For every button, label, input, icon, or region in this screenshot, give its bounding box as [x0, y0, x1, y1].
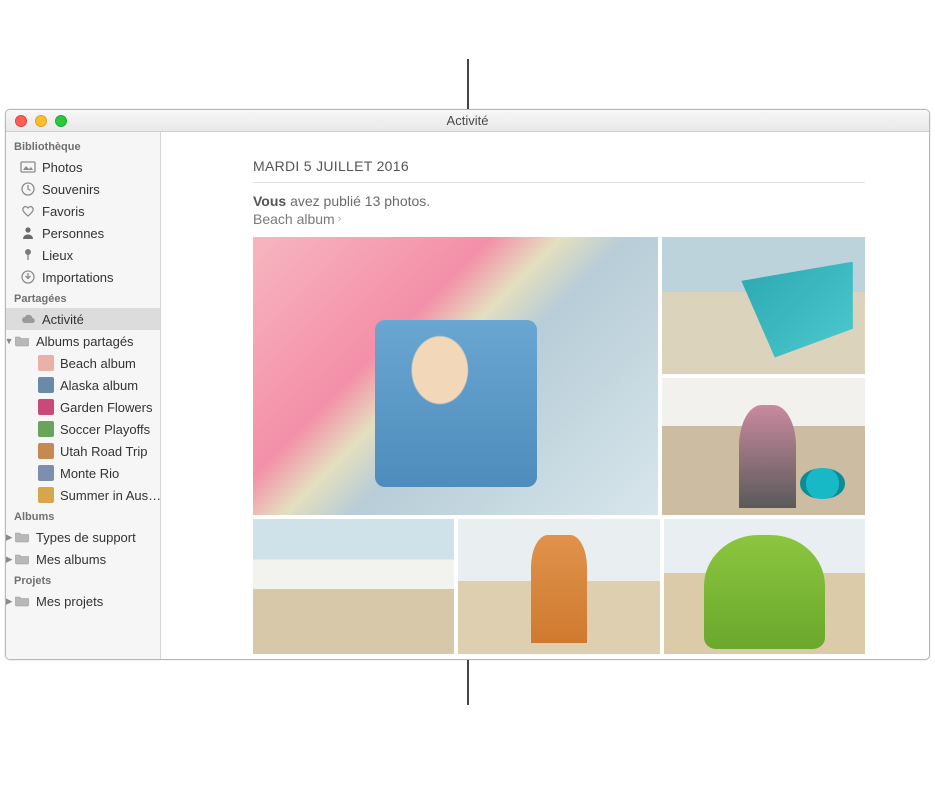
sidebar-item-label: Favoris [42, 204, 85, 219]
sidebar-item-favoris[interactable]: Favoris [6, 200, 160, 222]
sidebar-item-label: Albums partagés [36, 334, 134, 349]
sidebar-item-label: Alaska album [60, 378, 138, 393]
album-thumb-icon [38, 465, 54, 481]
photo-thumbnail[interactable] [253, 237, 658, 515]
sidebar-item-lieux[interactable]: Lieux [6, 244, 160, 266]
photo-thumbnail[interactable] [253, 519, 454, 654]
sidebar-section-header: Projets [6, 570, 160, 590]
callout-line-bottom [467, 660, 469, 705]
close-window-button[interactable] [15, 115, 27, 127]
sidebar-item-label: Lieux [42, 248, 73, 263]
sidebar-item-label: Garden Flowers [60, 400, 152, 415]
sidebar-section-header: Bibliothèque [6, 136, 160, 156]
app-window: Activité Bibliothèque Photos Souvenirs Favo… [5, 109, 930, 660]
sidebar-item-souvenirs[interactable]: Souvenirs [6, 178, 160, 200]
sidebar-section-header: Partagées [6, 288, 160, 308]
heart-icon [20, 203, 36, 219]
sidebar-item-label: Monte Rio [60, 466, 119, 481]
sidebar-item-label: Photos [42, 160, 82, 175]
folder-icon [14, 551, 30, 567]
traffic-lights [6, 115, 67, 127]
sidebar-item-albums-partag-s[interactable]: ▼ Albums partagés [6, 330, 160, 352]
sidebar-item-label: Summer in Aus… [60, 488, 160, 503]
sidebar-item-label: Souvenirs [42, 182, 100, 197]
disclosure-closed-icon[interactable]: ▶ [6, 532, 14, 543]
activity-date: MARDI 5 JUILLET 2016 [253, 158, 865, 174]
sidebar: Bibliothèque Photos Souvenirs Favoris Person… [6, 132, 161, 659]
sidebar-item-mes-projets[interactable]: ▶ Mes projets [6, 590, 160, 612]
activity-view: MARDI 5 JUILLET 2016 Vous avez publié 13… [161, 132, 929, 659]
callout-line-top [467, 59, 469, 109]
activity-user: Vous [253, 193, 286, 209]
album-thumb-icon [38, 421, 54, 437]
minimize-window-button[interactable] [35, 115, 47, 127]
sidebar-item-personnes[interactable]: Personnes [6, 222, 160, 244]
sidebar-item-mes-albums[interactable]: ▶ Mes albums [6, 548, 160, 570]
sidebar-item-monte-rio[interactable]: Monte Rio [6, 462, 160, 484]
folder-icon [14, 593, 30, 609]
person-icon [20, 225, 36, 241]
sidebar-item-label: Types de support [36, 530, 136, 545]
activity-album-name: Beach album [253, 211, 335, 227]
import-icon [20, 269, 36, 285]
photo-thumbnail[interactable] [458, 519, 659, 654]
photo-thumbnail[interactable] [662, 378, 865, 515]
chevron-right-icon: › [338, 213, 342, 225]
photo-grid [253, 237, 865, 515]
sidebar-item-activit-[interactable]: Activité [6, 308, 160, 330]
sidebar-item-label: Soccer Playoffs [60, 422, 150, 437]
window-title: Activité [6, 113, 929, 128]
sidebar-item-label: Personnes [42, 226, 104, 241]
sidebar-item-label: Mes projets [36, 594, 103, 609]
sidebar-item-label: Beach album [60, 356, 136, 371]
sidebar-item-alaska-album[interactable]: Alaska album [6, 374, 160, 396]
sidebar-item-importations[interactable]: Importations [6, 266, 160, 288]
sidebar-item-garden-flowers[interactable]: Garden Flowers [6, 396, 160, 418]
sidebar-item-label: Utah Road Trip [60, 444, 147, 459]
clock-icon [20, 181, 36, 197]
cloud-icon [20, 311, 36, 327]
activity-text: avez publié 13 photos. [286, 193, 430, 209]
album-thumb-icon [38, 377, 54, 393]
photo-thumbnail[interactable] [664, 519, 865, 654]
activity-album-link[interactable]: Beach album › [253, 211, 865, 227]
zoom-window-button[interactable] [55, 115, 67, 127]
folder-icon [14, 529, 30, 545]
divider [253, 182, 865, 183]
sidebar-section-header: Albums [6, 506, 160, 526]
sidebar-item-label: Activité [42, 312, 84, 327]
sidebar-item-utah-road-trip[interactable]: Utah Road Trip [6, 440, 160, 462]
album-thumb-icon [38, 355, 54, 371]
sidebar-item-label: Mes albums [36, 552, 106, 567]
album-thumb-icon [38, 487, 54, 503]
sidebar-item-types-de-support[interactable]: ▶ Types de support [6, 526, 160, 548]
sidebar-item-beach-album[interactable]: Beach album [6, 352, 160, 374]
disclosure-open-icon[interactable]: ▼ [6, 336, 14, 346]
pin-icon [20, 247, 36, 263]
sidebar-item-summer-in-aus-[interactable]: Summer in Aus… [6, 484, 160, 506]
sidebar-item-label: Importations [42, 270, 114, 285]
album-thumb-icon [38, 443, 54, 459]
disclosure-closed-icon[interactable]: ▶ [6, 554, 14, 565]
photos-icon [20, 159, 36, 175]
disclosure-closed-icon[interactable]: ▶ [6, 596, 14, 607]
folder-icon [14, 333, 30, 349]
photo-grid-row [253, 519, 865, 654]
sidebar-item-photos[interactable]: Photos [6, 156, 160, 178]
album-thumb-icon [38, 399, 54, 415]
titlebar: Activité [6, 110, 929, 132]
sidebar-item-soccer-playoffs[interactable]: Soccer Playoffs [6, 418, 160, 440]
photo-thumbnail[interactable] [662, 237, 865, 374]
activity-blurb: Vous avez publié 13 photos. [253, 193, 865, 209]
